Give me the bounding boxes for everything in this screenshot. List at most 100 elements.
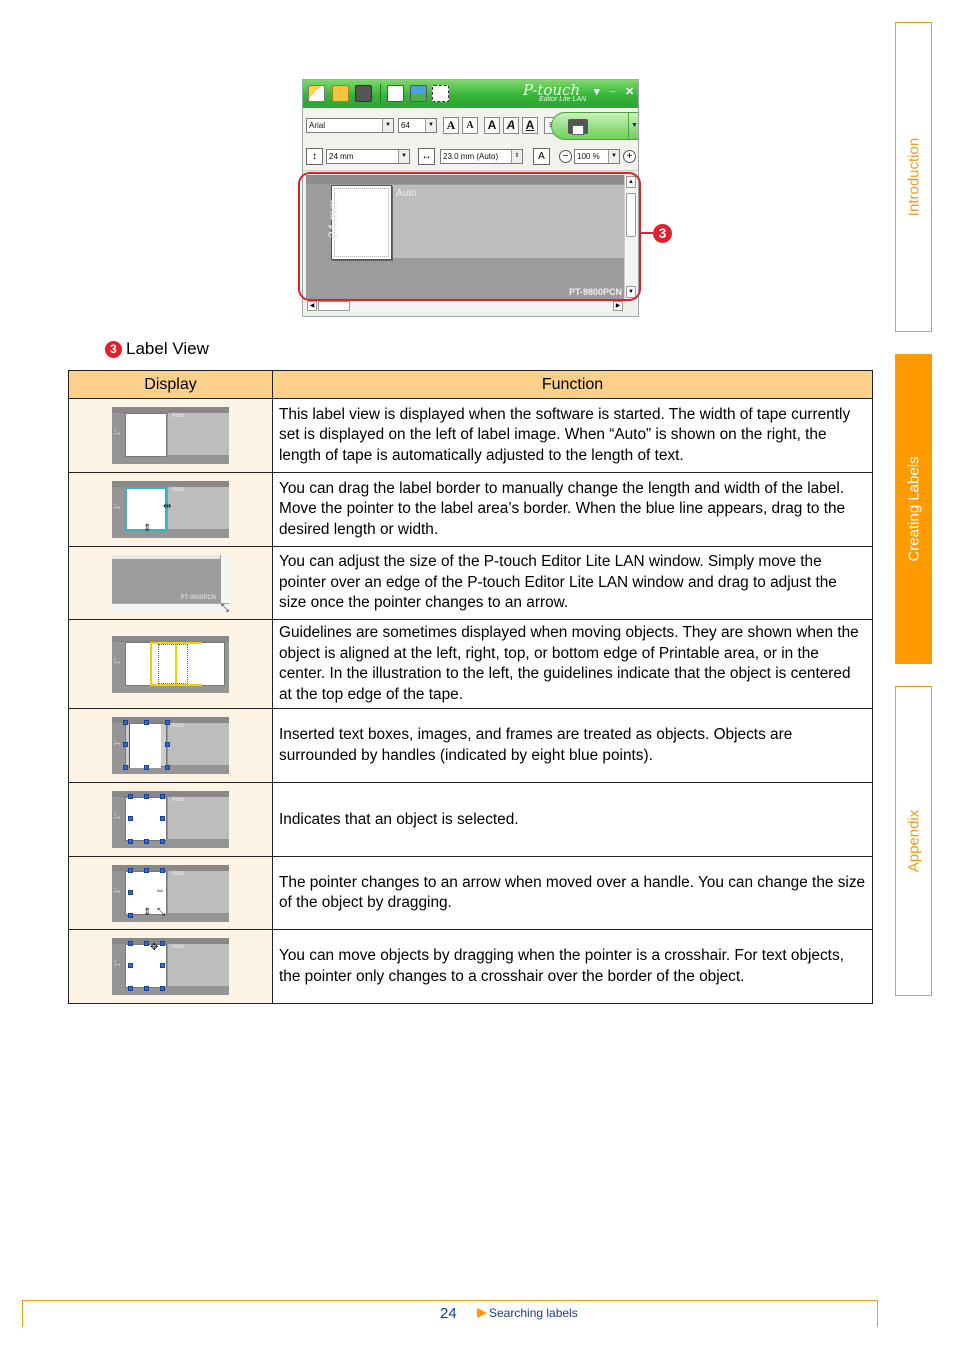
close-button[interactable]: ✕ xyxy=(625,85,634,98)
auto-text: Auto xyxy=(172,870,185,877)
decrease-font-button[interactable]: A xyxy=(462,117,478,134)
print-button[interactable]: ▼ xyxy=(551,112,638,140)
bold-button[interactable]: A xyxy=(484,117,500,134)
table-row: PT-9800PCN ⤡ You can adjust the size of … xyxy=(68,546,873,620)
guidelines-thumbnail: 1" xyxy=(112,635,229,693)
table-row: Auto 1" Indicates that an object is sele… xyxy=(68,782,873,858)
italic-button[interactable]: A xyxy=(503,117,519,134)
spinner-icon[interactable]: ⇕ xyxy=(511,150,522,163)
table-row: 1" Guidelines are sometimes displayed wh… xyxy=(68,618,873,710)
toolbar-separator xyxy=(380,84,381,103)
insert-text-icon[interactable] xyxy=(387,85,404,102)
label-length-icon: ↔ xyxy=(418,148,435,165)
display-cell: PT-9800PCN ⤡ xyxy=(68,546,273,620)
guideline-left xyxy=(150,641,152,686)
brand-subtitle: Editor Lite LAN xyxy=(539,96,587,103)
function-cell: Guidelines are sometimes displayed when … xyxy=(272,618,873,710)
label-view-table: Display Function Auto 1" This label view… xyxy=(68,370,873,1005)
tape-width-value: 24 mm xyxy=(329,152,354,161)
side-tab-label: Introduction xyxy=(905,137,922,217)
tape-width-text: 1" xyxy=(114,429,122,436)
footer-link[interactable]: Searching labels xyxy=(477,1306,578,1320)
zoom-in-button[interactable]: + xyxy=(623,150,636,163)
scroll-left-icon[interactable]: ◀ xyxy=(307,301,317,311)
resize-pointer-thumbnail: Auto ⇔ ⇕ ⤡ 1" xyxy=(112,864,229,922)
font-size-value: 64 xyxy=(401,121,410,130)
function-cell: The pointer changes to an arrow when mov… xyxy=(272,856,873,931)
handle xyxy=(144,986,149,992)
display-cell: Auto 1" xyxy=(68,708,273,784)
label-view-highlight xyxy=(298,172,641,301)
insert-image-icon[interactable] xyxy=(410,85,427,102)
handle xyxy=(160,986,165,992)
zoom-out-button[interactable]: − xyxy=(559,150,572,163)
display-cell: Auto 1" ⇹ ⇕ xyxy=(68,472,273,547)
tape-width-text: 1" xyxy=(114,657,122,665)
chevron-down-icon[interactable]: ▼ xyxy=(382,119,393,132)
function-cell: Indicates that an object is selected. xyxy=(272,782,873,858)
callout-line xyxy=(641,232,653,234)
label-preview xyxy=(125,413,167,457)
font-size-select[interactable]: 64 ▼ xyxy=(398,118,437,133)
page-number: 24 xyxy=(440,1305,457,1322)
open-icon[interactable] xyxy=(332,85,349,102)
window-resize-thumbnail: PT-9800PCN ⤡ xyxy=(112,554,229,612)
handle xyxy=(144,839,149,845)
insert-frame-icon[interactable] xyxy=(432,85,449,102)
tape-width-icon: ↕ xyxy=(306,148,323,165)
display-cell: 1" xyxy=(68,618,273,710)
chevron-down-icon[interactable]: ▼ xyxy=(608,150,619,163)
zoom-select[interactable]: 100 % ▼ xyxy=(574,149,620,164)
paper-icon xyxy=(572,125,584,135)
side-tab-introduction[interactable]: Introduction xyxy=(895,22,932,332)
callout-number: 3 xyxy=(653,224,672,243)
handle xyxy=(128,889,133,895)
chevron-down-icon[interactable]: ▼ xyxy=(425,119,436,132)
font-name-select[interactable]: Arial ▼ xyxy=(306,118,394,133)
menu-dropdown-button[interactable]: ▾ xyxy=(594,85,600,98)
table-row: Auto ⇔ ⇕ ⤡ 1" The pointer changes to an … xyxy=(68,856,873,931)
handle xyxy=(160,794,165,800)
function-cell: Inserted text boxes, images, and frames … xyxy=(272,708,873,784)
minimize-button[interactable]: _ xyxy=(610,81,616,93)
print-options-dropdown[interactable]: ▼ xyxy=(628,113,638,139)
title-bar: P-touch Editor Lite LAN ▾ _ ✕ xyxy=(303,80,638,108)
auto-text: Auto xyxy=(172,944,185,951)
side-tab-creating-labels[interactable]: Creating Labels xyxy=(895,354,932,664)
handle xyxy=(160,941,165,947)
chevron-down-icon[interactable]: ▼ xyxy=(398,150,409,163)
horizontal-scrollbar-preview xyxy=(112,602,229,612)
new-label-icon[interactable] xyxy=(308,85,325,102)
scroll-right-icon[interactable]: ▶ xyxy=(613,301,623,311)
resize-diagonal-cursor-icon: ⤡ xyxy=(221,602,229,612)
underline-button[interactable]: A xyxy=(522,117,538,134)
label-length-field[interactable]: 23.0 mm (Auto) ⇕ xyxy=(440,149,523,164)
object-box xyxy=(129,724,161,769)
handle xyxy=(160,816,165,822)
resize-diagonal-cursor-icon: ⤡ xyxy=(157,906,165,918)
font-toolbar: Arial ▼ 64 ▼ A A A A A ≡▾ ▼ xyxy=(303,111,638,140)
handle xyxy=(128,816,133,822)
auto-text: Auto xyxy=(172,723,185,730)
increase-font-button[interactable]: A xyxy=(443,117,459,134)
printer-model-text: PT-9800PCN xyxy=(180,594,216,601)
text-direction-icon[interactable]: A xyxy=(533,148,550,165)
handle xyxy=(123,765,128,771)
handle xyxy=(144,794,149,800)
scroll-thumb[interactable] xyxy=(318,301,350,311)
table-row: Auto 1" ⇹ ⇕ You can drag the label borde… xyxy=(68,472,873,547)
side-tab-appendix[interactable]: Appendix xyxy=(895,686,932,996)
handle xyxy=(144,720,149,726)
move-crosshair-thumbnail: Auto ✥ 1" xyxy=(112,938,229,996)
handle xyxy=(128,867,133,873)
display-cell: Auto ⇔ ⇕ ⤡ 1" xyxy=(68,856,273,931)
header-function: Function xyxy=(272,370,873,399)
handle xyxy=(165,742,170,748)
save-icon[interactable] xyxy=(355,85,372,102)
handle xyxy=(144,765,149,771)
object-outline xyxy=(158,643,188,684)
display-cell: Auto 1" xyxy=(68,398,273,473)
tape-width-text: 1" xyxy=(114,887,122,894)
function-cell: You can adjust the size of the P-touch E… xyxy=(272,546,873,620)
tape-width-select[interactable]: 24 mm ▼ xyxy=(326,149,410,164)
